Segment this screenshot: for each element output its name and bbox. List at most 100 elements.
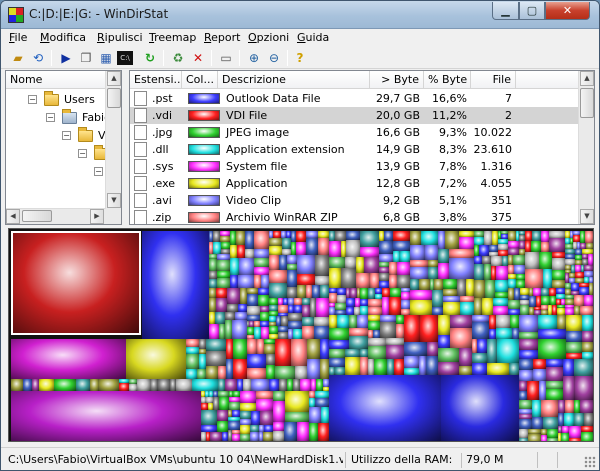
treemap-cell[interactable] xyxy=(404,356,419,368)
treemap-cell[interactable] xyxy=(393,241,410,251)
treemap-cell[interactable] xyxy=(528,434,541,441)
title-bar[interactable]: C:|D:|E:|G: - WinDirStat ▁ ▢ ✕ xyxy=(1,1,599,29)
treemap-cell[interactable] xyxy=(541,296,550,305)
treemap-cell[interactable] xyxy=(350,288,357,298)
treemap-cell[interactable] xyxy=(209,259,217,271)
treemap-cell[interactable] xyxy=(221,242,230,249)
treemap-cell[interactable] xyxy=(119,383,129,391)
treemap-cell[interactable] xyxy=(176,379,192,391)
treemap-cell[interactable] xyxy=(251,411,260,425)
treemap-cell[interactable] xyxy=(269,326,278,334)
treemap-cell[interactable] xyxy=(419,356,426,375)
scroll-up-arrow-icon[interactable]: ▲ xyxy=(107,71,121,86)
treemap-cell[interactable] xyxy=(238,275,254,288)
treemap-cell[interactable] xyxy=(314,326,329,339)
treemap-cell[interactable] xyxy=(445,231,459,249)
treemap-cell[interactable] xyxy=(297,274,315,285)
treemap-cell[interactable] xyxy=(441,375,519,441)
treemap-cell[interactable] xyxy=(368,321,380,330)
treemap-cell[interactable] xyxy=(519,332,538,339)
treemap-cell[interactable] xyxy=(209,271,217,279)
treemap-cell[interactable] xyxy=(217,260,230,271)
treemap-cell[interactable] xyxy=(571,283,579,291)
treemap-cell[interactable] xyxy=(302,298,310,305)
treemap-cell[interactable] xyxy=(247,294,258,306)
treemap-cell[interactable] xyxy=(579,287,589,295)
treemap-cell[interactable] xyxy=(269,238,282,246)
treemap-cell[interactable] xyxy=(474,256,482,264)
treemap-cell[interactable] xyxy=(569,426,581,438)
treemap-cell[interactable] xyxy=(580,306,593,315)
treemap-cell[interactable] xyxy=(254,258,269,267)
treemap-cell[interactable] xyxy=(428,267,438,279)
treemap-cell[interactable] xyxy=(316,379,323,391)
treemap-cell[interactable] xyxy=(513,255,525,265)
treemap-cell[interactable] xyxy=(487,363,509,375)
treemap-cell[interactable] xyxy=(393,251,400,262)
treemap-cell[interactable] xyxy=(380,315,396,322)
treemap-cell[interactable] xyxy=(410,290,432,300)
treemap-cell[interactable] xyxy=(217,421,228,432)
treemap-cell[interactable] xyxy=(293,379,300,391)
treemap-cell[interactable] xyxy=(247,306,260,315)
treemap-cell[interactable] xyxy=(438,263,449,279)
treemap-view[interactable] xyxy=(8,228,594,442)
treemap-cell[interactable] xyxy=(320,339,329,359)
list-row-vdi[interactable]: .vdi VDI File 20,0 GB 11,2% 2 xyxy=(130,107,580,124)
treemap-cell[interactable] xyxy=(443,289,457,296)
treemap-cell[interactable] xyxy=(496,328,512,339)
treemap-cell[interactable] xyxy=(285,391,309,412)
column-extension[interactable]: Estensi... xyxy=(130,71,182,89)
treemap-cell[interactable] xyxy=(459,348,472,366)
scroll-thumb[interactable] xyxy=(22,210,52,222)
treemap-cell[interactable] xyxy=(279,379,287,391)
treemap-cell[interactable] xyxy=(314,317,329,326)
treemap-cell[interactable] xyxy=(209,324,219,339)
treemap-cell[interactable] xyxy=(386,338,404,345)
treemap-cell[interactable] xyxy=(360,288,368,299)
treemap-cell[interactable] xyxy=(552,258,565,270)
treemap-cell[interactable] xyxy=(382,297,389,315)
treemap-cell[interactable] xyxy=(532,417,543,429)
treemap-cell[interactable] xyxy=(213,242,221,254)
treemap-cell[interactable] xyxy=(410,245,425,260)
treemap-cell[interactable] xyxy=(450,315,472,328)
treemap-cell[interactable] xyxy=(519,400,532,409)
treemap-cell[interactable] xyxy=(219,397,229,410)
treemap-cell[interactable] xyxy=(254,249,269,258)
treemap-cell[interactable] xyxy=(443,302,460,315)
collapse-icon[interactable]: − xyxy=(94,167,103,176)
treemap-cell[interactable] xyxy=(508,231,516,241)
treemap-cell[interactable] xyxy=(516,280,525,288)
treemap-cell[interactable] xyxy=(318,423,329,441)
treemap-cell[interactable] xyxy=(404,342,427,356)
treemap-cell[interactable] xyxy=(254,267,269,275)
treemap-cell[interactable] xyxy=(519,370,533,381)
treemap-cell[interactable] xyxy=(227,304,238,312)
treemap-cell[interactable] xyxy=(370,273,379,288)
treemap-cell[interactable] xyxy=(472,322,489,339)
treemap-cell[interactable] xyxy=(315,255,329,276)
treemap-cell[interactable] xyxy=(254,275,261,288)
list-row-zip[interactable]: .zip Archivio WinRAR ZIP 6,8 GB 3,8% 375 xyxy=(130,209,580,224)
treemap-cell[interactable] xyxy=(533,288,541,296)
treemap-cell[interactable] xyxy=(238,304,247,312)
treemap-cell[interactable] xyxy=(282,238,291,249)
treemap-cell[interactable] xyxy=(337,295,346,303)
list-row-sys[interactable]: .sys System file 13,9 GB 7,8% 1.316 xyxy=(130,158,580,175)
treemap-cell[interactable] xyxy=(489,315,496,329)
treemap-cell[interactable] xyxy=(318,238,329,255)
treemap-cell[interactable] xyxy=(232,410,240,417)
treemap-cell[interactable] xyxy=(400,251,410,262)
treemap-cell[interactable] xyxy=(519,438,528,441)
explorer-icon[interactable]: ▦ xyxy=(97,49,115,67)
treemap-cell[interactable] xyxy=(410,279,419,290)
treemap-cell[interactable] xyxy=(233,339,247,359)
treemap-cell[interactable] xyxy=(278,332,288,339)
treemap-cell[interactable] xyxy=(294,298,302,305)
close-button[interactable]: ✕ xyxy=(545,2,590,20)
treemap-cell[interactable] xyxy=(199,339,206,349)
treemap-cell[interactable] xyxy=(329,358,345,367)
menu-guida[interactable]: Guida xyxy=(297,31,329,44)
treemap-cell[interactable] xyxy=(240,391,256,403)
